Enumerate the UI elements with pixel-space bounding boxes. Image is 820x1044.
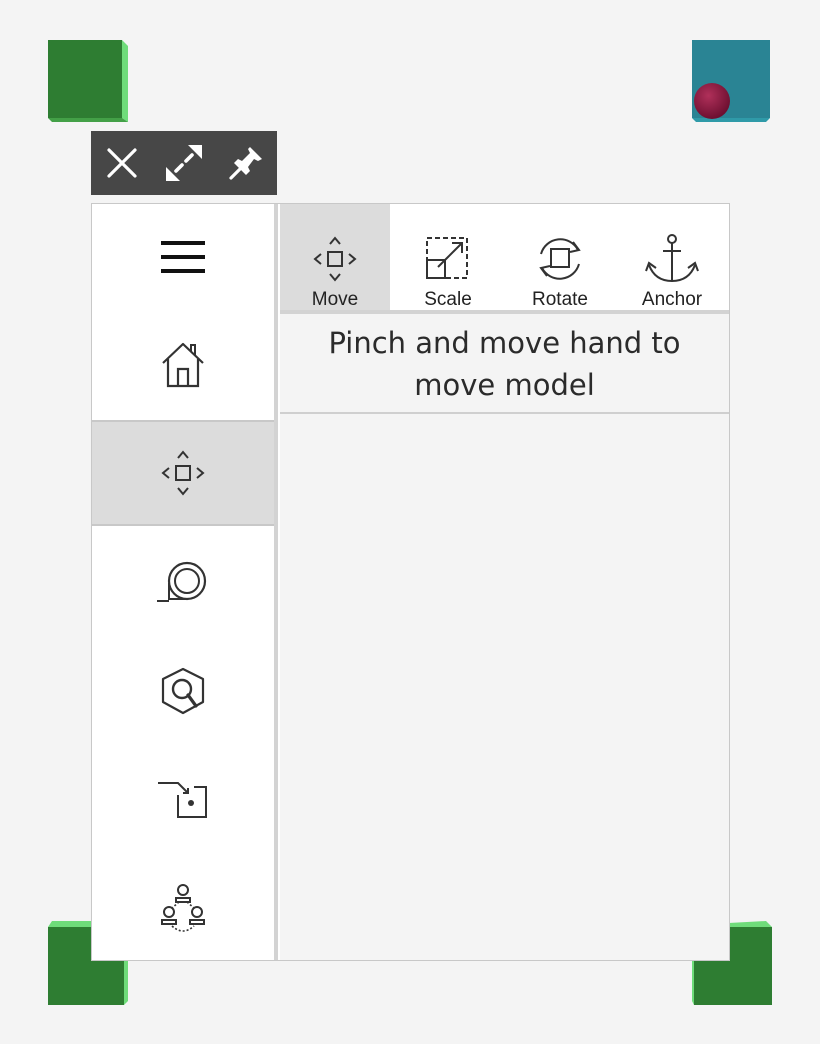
place-into-box-icon bbox=[158, 782, 207, 818]
tab-rotate[interactable]: Rotate bbox=[504, 204, 616, 310]
home-icon bbox=[162, 342, 204, 388]
tab-label: Move bbox=[311, 289, 359, 310]
corner-handle-top-left[interactable] bbox=[48, 40, 128, 122]
rotate-icon bbox=[539, 238, 581, 280]
sidebar-item-menu[interactable] bbox=[92, 204, 274, 310]
scale-icon bbox=[426, 237, 468, 279]
tab-label: Scale bbox=[424, 289, 472, 310]
close-icon bbox=[107, 148, 137, 178]
pin-icon bbox=[229, 147, 262, 180]
tab-label: Rotate bbox=[532, 289, 588, 310]
resize-button[interactable] bbox=[153, 131, 215, 195]
model-panel: Move Scale Rotate Anchor Pinch and move … bbox=[91, 203, 730, 961]
close-button[interactable] bbox=[91, 131, 153, 195]
network-nodes-icon bbox=[161, 884, 205, 932]
sidebar-item-home[interactable] bbox=[92, 312, 274, 418]
tab-anchor[interactable]: Anchor bbox=[616, 204, 728, 310]
tab-scale[interactable]: Scale bbox=[392, 204, 504, 310]
inspect-cube-icon bbox=[161, 667, 205, 715]
anchor-icon bbox=[645, 234, 699, 283]
tool-tabs: Move Scale Rotate Anchor bbox=[280, 204, 729, 314]
sidebar-item-network[interactable] bbox=[92, 854, 274, 960]
tool-content: Move Scale Rotate Anchor Pinch and move … bbox=[280, 204, 729, 960]
pin-button[interactable] bbox=[215, 131, 277, 195]
window-toolbar bbox=[91, 131, 277, 195]
sidebar-item-measure[interactable] bbox=[92, 530, 274, 636]
move-icon bbox=[313, 236, 357, 282]
tape-measure-icon bbox=[157, 561, 207, 602]
sidebar bbox=[92, 204, 278, 960]
resize-diagonal-icon bbox=[166, 145, 202, 181]
sidebar-item-inspect[interactable] bbox=[92, 638, 274, 744]
sidebar-item-move[interactable] bbox=[92, 420, 274, 526]
cursor-sphere bbox=[693, 82, 731, 120]
move-icon bbox=[161, 450, 205, 496]
hamburger-menu-icon bbox=[161, 241, 205, 273]
sidebar-item-place[interactable] bbox=[92, 746, 274, 852]
instruction-text: Pinch and move hand to move model bbox=[280, 316, 729, 414]
tab-move[interactable]: Move bbox=[280, 204, 390, 310]
tab-label: Anchor bbox=[641, 289, 703, 310]
